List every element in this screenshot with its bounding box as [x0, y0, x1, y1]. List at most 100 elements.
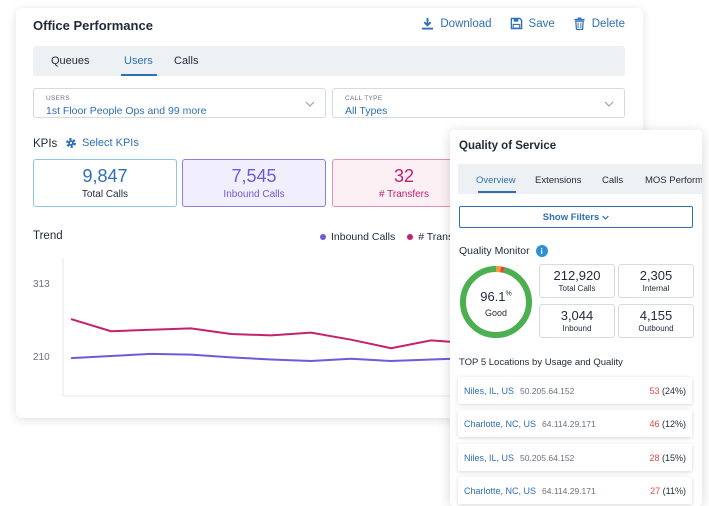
- series-line-inbound: [70, 352, 472, 363]
- delete-label: Delete: [591, 17, 625, 30]
- tab-calls[interactable]: Calls: [602, 175, 623, 186]
- location-usage: 46 (12%): [649, 419, 686, 429]
- gear-icon: [66, 138, 76, 148]
- location-ip: 50.205.64.152: [520, 386, 575, 396]
- location-count: 46: [649, 419, 660, 429]
- location-usage: 28 (15%): [649, 453, 686, 463]
- stat-label: Outbound: [638, 324, 674, 333]
- list-item[interactable]: Niles, IL, US 50.205.64.152 53 (24%): [458, 377, 692, 404]
- select-kpis-label: Select KPIs: [82, 137, 139, 149]
- tab-users[interactable]: Users: [124, 55, 153, 67]
- tab-overview[interactable]: Overview: [476, 175, 516, 186]
- download-button[interactable]: Download: [421, 17, 492, 30]
- location-ip: 64.114.29.171: [542, 486, 596, 496]
- stat-inbound: 3,044 Inbound: [539, 304, 615, 338]
- location-name[interactable]: Charlotte, NC, US: [464, 486, 536, 496]
- save-button[interactable]: Save: [510, 17, 555, 30]
- show-filters-button[interactable]: Show Filters: [459, 206, 693, 228]
- location-ip: 64.114.29.171: [542, 419, 596, 429]
- legend-dot: [320, 234, 326, 240]
- top5-heading: TOP 5 Locations by Usage and Quality: [459, 357, 623, 368]
- location-count: 28: [649, 453, 660, 463]
- save-icon: [510, 17, 522, 30]
- gauge-number: 96.1: [480, 289, 506, 304]
- page-title: Office Performance: [33, 18, 153, 33]
- quality-monitor-label: Quality Monitor: [459, 245, 530, 257]
- quality-gauge: 96.1% Good: [458, 264, 534, 340]
- location-name[interactable]: Niles, IL, US: [464, 386, 514, 396]
- gauge-value: 96.1%: [458, 289, 534, 304]
- chevron-down-icon: [602, 215, 609, 220]
- stat-internal: 2,305 Internal: [618, 264, 694, 298]
- location-pct: (11%): [662, 486, 686, 496]
- kpis-heading: KPIs: [33, 138, 58, 150]
- kpi-value: 9,847: [82, 166, 128, 186]
- stat-label: Total Calls: [558, 284, 596, 293]
- stat-total-calls: 212,920 Total Calls: [539, 264, 615, 298]
- y-tick-label: 313: [33, 279, 50, 290]
- location-usage: 53 (24%): [649, 386, 686, 396]
- active-tab-indicator: [121, 74, 157, 76]
- qos-title: Quality of Service: [459, 140, 557, 152]
- stat-value: 4,155: [639, 308, 673, 323]
- chevron-down-icon: [604, 101, 614, 107]
- gauge-unit: %: [505, 290, 512, 298]
- series-line-transfers: [70, 318, 512, 350]
- kpi-card-inbound-calls[interactable]: 7,545 Inbound Calls: [182, 159, 326, 207]
- location-pct: (12%): [661, 419, 686, 429]
- list-item[interactable]: Charlotte, NC, US 64.114.29.171 27 (11%): [458, 477, 692, 504]
- save-label: Save: [528, 17, 555, 30]
- select-kpis-button[interactable]: Select KPIs: [65, 137, 139, 149]
- trend-heading: Trend: [33, 230, 63, 242]
- chevron-down-icon: [305, 101, 315, 107]
- legend-item-transfers[interactable]: # Transf: [407, 231, 456, 243]
- location-usage: 27 (11%): [650, 486, 686, 496]
- call-type-select-label: CALL TYPE: [345, 95, 383, 102]
- stat-label: Inbound: [562, 324, 592, 333]
- card-actions: Download Save Delete: [421, 17, 625, 30]
- kpi-label: Total Calls: [81, 189, 129, 200]
- legend-dot: [407, 234, 414, 240]
- location-count: 27: [650, 486, 661, 496]
- stat-label: Internal: [642, 284, 670, 293]
- kpi-card-total-calls[interactable]: 9,847 Total Calls: [33, 159, 177, 207]
- delete-button[interactable]: Delete: [573, 17, 625, 30]
- active-tab-indicator: [478, 191, 516, 193]
- location-ip: 50.205.64.152: [520, 453, 575, 463]
- qos-tabbar: Overview Extensions Calls MOS Performa: [458, 164, 702, 194]
- stat-value: 3,044: [560, 308, 594, 323]
- location-count: 53: [649, 386, 660, 396]
- tab-calls[interactable]: Calls: [174, 55, 198, 67]
- location-name[interactable]: Charlotte, NC, US: [464, 419, 536, 429]
- stat-value: 2,305: [639, 268, 673, 283]
- location-pct: (24%): [661, 386, 686, 396]
- stat-value: 212,920: [553, 268, 601, 283]
- kpi-label: Inbound Calls: [223, 189, 285, 200]
- call-type-select[interactable]: CALL TYPE All Types: [332, 88, 625, 118]
- office-tabbar: Queues Users Calls: [33, 46, 625, 76]
- quality-monitor-heading: Quality Monitor i: [459, 245, 548, 257]
- show-filters-label: Show Filters: [542, 211, 600, 223]
- y-tick-label: 210: [33, 352, 50, 363]
- gauge-status: Good: [484, 308, 508, 318]
- tab-mos-performance[interactable]: MOS Performa: [645, 175, 702, 186]
- location-pct: (15%): [661, 453, 686, 463]
- list-item[interactable]: Charlotte, NC, US 64.114.29.171 46 (12%): [458, 410, 692, 437]
- list-item[interactable]: Niles, IL, US 50.205.64.152 28 (15%): [458, 444, 692, 471]
- trash-icon: [574, 17, 585, 30]
- download-icon: [422, 17, 434, 30]
- download-label: Download: [440, 17, 492, 30]
- location-name[interactable]: Niles, IL, US: [464, 453, 514, 463]
- legend-label: Inbound Calls: [331, 231, 396, 243]
- chart-legend: Inbound Calls # Transf: [320, 231, 456, 243]
- info-icon[interactable]: i: [535, 245, 548, 257]
- legend-item-inbound[interactable]: Inbound Calls: [320, 231, 395, 243]
- kpi-value: 7,545: [231, 166, 277, 186]
- tab-queues[interactable]: Queues: [51, 55, 90, 67]
- tab-extensions[interactable]: Extensions: [535, 175, 581, 186]
- quality-of-service-panel: Quality of Service Overview Extensions C…: [450, 130, 702, 506]
- users-select-value: 1st Floor People Ops and 99 more: [46, 105, 207, 117]
- users-select-label: USERS: [46, 95, 70, 102]
- users-select[interactable]: USERS 1st Floor People Ops and 99 more: [33, 88, 326, 118]
- call-type-select-value: All Types: [345, 105, 388, 117]
